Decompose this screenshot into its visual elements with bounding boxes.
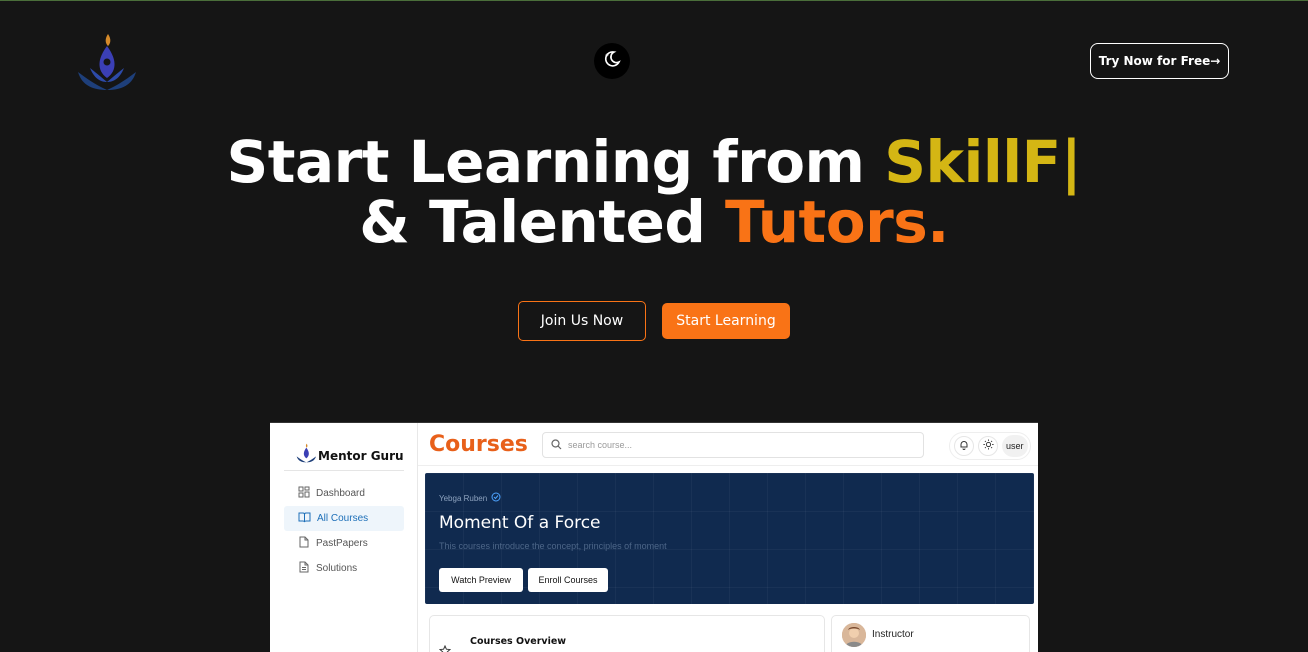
course-title: Moment Of a Force (439, 513, 601, 533)
sidebar-divider (284, 470, 404, 471)
top-border-line (0, 0, 1308, 1)
page-title: Courses (429, 432, 528, 457)
course-author-name: Yebga Ruben (439, 493, 488, 503)
sun-icon (982, 437, 994, 455)
instructor-label: Instructor (872, 629, 914, 640)
app-preview-screenshot: Mentor Guru Dashboard All Courses PastPa… (270, 422, 1038, 652)
bell-icon (959, 437, 969, 455)
preview-brand-name: Mentor Guru (318, 448, 404, 463)
sidebar-item-pastpapers[interactable]: PastPapers (284, 531, 404, 556)
preview-brand[interactable]: Mentor Guru (296, 443, 404, 468)
sidebar-item-solutions[interactable]: Solutions (284, 556, 404, 581)
start-learning-button[interactable]: Start Learning (662, 303, 790, 339)
hero-line-2-highlight: Tutors. (725, 188, 949, 256)
course-description: This courses introduce the concept, prin… (439, 541, 667, 551)
courses-overview-card: Courses Overview (429, 615, 825, 652)
theme-toggle-button[interactable] (978, 436, 998, 456)
hero-line-1: Start Learning from SkillF| (0, 132, 1308, 192)
try-now-button[interactable]: Try Now for Free → (1090, 43, 1229, 79)
file-text-icon (298, 561, 310, 576)
hero-line-2-prefix: & Talented (359, 188, 726, 256)
grid-icon (298, 486, 310, 501)
sidebar-item-label: Dashboard (316, 488, 365, 499)
book-open-icon (298, 511, 311, 526)
avatar[interactable] (842, 623, 866, 647)
course-author: Yebga Ruben (439, 492, 501, 504)
instructor-card: Instructor (831, 615, 1030, 652)
verified-badge-icon (491, 492, 501, 504)
sidebar-item-dashboard[interactable]: Dashboard (284, 481, 404, 506)
preview-header-actions: user (949, 432, 1031, 460)
hero-line-1-highlight: SkillF (884, 128, 1061, 196)
watch-preview-button[interactable]: Watch Preview (439, 568, 523, 592)
preview-nav: Dashboard All Courses PastPapers Solutio… (284, 481, 404, 581)
star-icon (438, 644, 452, 652)
search-input[interactable] (568, 440, 908, 450)
file-icon (298, 536, 310, 551)
try-now-label: Try Now for Free (1098, 54, 1211, 68)
lotus-flame-logo-icon (296, 443, 316, 468)
user-menu[interactable]: user (1002, 435, 1028, 457)
notifications-button[interactable] (954, 436, 974, 456)
search-box[interactable] (542, 432, 924, 458)
sidebar-item-label: PastPapers (316, 538, 368, 549)
moon-stars-icon (602, 49, 622, 74)
sidebar-item-label: Solutions (316, 563, 358, 574)
sidebar-item-label: All Courses (317, 513, 369, 524)
typing-caret: | (1060, 128, 1082, 196)
course-banner: Yebga Ruben Moment Of a Force This cours… (425, 473, 1034, 604)
hero-line-2: & Talented Tutors. (0, 192, 1308, 252)
hero-heading: Start Learning from SkillF| & Talented T… (0, 132, 1308, 252)
lotus-flame-logo-icon[interactable] (76, 32, 136, 92)
hero-line-1-prefix: Start Learning from (226, 128, 885, 196)
sidebar-item-all-courses[interactable]: All Courses (284, 506, 404, 531)
arrow-right-icon: → (1210, 54, 1221, 68)
courses-overview-title: Courses Overview (470, 636, 567, 647)
preview-sidebar: Mentor Guru Dashboard All Courses PastPa… (270, 423, 418, 652)
theme-toggle-button[interactable] (594, 43, 630, 79)
search-icon (551, 438, 562, 452)
enroll-courses-button[interactable]: Enroll Courses (528, 568, 608, 592)
join-us-button[interactable]: Join Us Now (518, 301, 646, 341)
header-divider (418, 465, 1038, 466)
